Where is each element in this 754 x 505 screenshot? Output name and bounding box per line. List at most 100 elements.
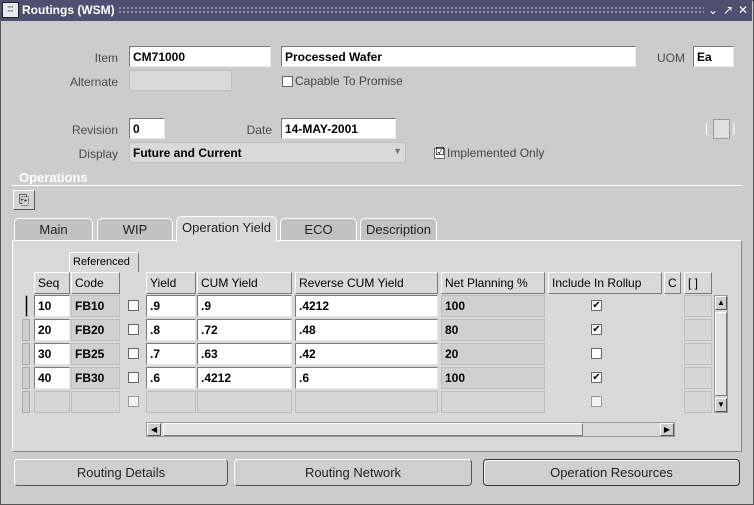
row-indicator[interactable]	[22, 391, 30, 413]
close-icon[interactable]: ✕	[736, 3, 750, 17]
table-cell-reverse-cum-yield[interactable]: .6	[295, 367, 438, 389]
row-indicator[interactable]	[22, 343, 30, 365]
table-cell-reverse-cum-yield[interactable]	[295, 391, 438, 413]
checkmark-icon: ✔	[592, 300, 601, 311]
flexfield-box[interactable]	[713, 119, 730, 139]
horizontal-scrollbar[interactable]: ◀ ▶	[146, 422, 675, 437]
table-cell-cum-yield[interactable]: .72	[197, 319, 292, 341]
display-poplist[interactable]: Future and Current ▼	[129, 142, 406, 163]
scroll-up-icon[interactable]: ▲	[715, 296, 727, 310]
row-checkbox[interactable]	[128, 396, 139, 407]
table-cell-cum-yield[interactable]: .63	[197, 343, 292, 365]
table-cell-yield[interactable]: .8	[146, 319, 196, 341]
maximize-icon[interactable]: ↗	[721, 3, 735, 17]
table-cell-net-planning[interactable]: 100	[441, 367, 545, 389]
table-cell-cum-yield[interactable]	[197, 391, 292, 413]
tab-description[interactable]: Description	[360, 218, 437, 240]
table-cell-flexfield[interactable]	[684, 367, 712, 389]
tab-wip[interactable]: WIP	[97, 218, 173, 240]
row-checkbox[interactable]	[128, 348, 139, 359]
tab-eco[interactable]: ECO	[280, 218, 357, 240]
table-cell-code[interactable]: FB25	[71, 343, 120, 365]
current-record-indicator[interactable]	[25, 295, 28, 317]
item-description-field[interactable]: Processed Wafer	[281, 46, 636, 67]
revision-label: Revision	[71, 123, 118, 137]
implemented-only-checkbox[interactable]: ☑	[434, 147, 445, 159]
column-header-c: C	[664, 272, 681, 294]
referenced-group-header: Referenced	[69, 252, 139, 272]
date-field[interactable]: 14-MAY-2001	[281, 118, 396, 139]
include-in-rollup-checkbox[interactable]: ✔	[591, 324, 602, 335]
descriptive-flexfield[interactable]: [ ]	[705, 118, 737, 140]
display-label: Display	[78, 147, 118, 161]
table-cell-net-planning[interactable]: 20	[441, 343, 545, 365]
table-cell-flexfield[interactable]	[684, 391, 712, 413]
item-field[interactable]: CM71000	[129, 46, 271, 67]
minimize-icon[interactable]: ⌄	[706, 3, 720, 17]
display-value: Future and Current	[133, 146, 242, 160]
item-label: Item	[94, 51, 118, 65]
table-cell-code[interactable]: FB30	[71, 367, 120, 389]
checkmark-icon: ✔	[592, 324, 601, 335]
table-cell-flexfield[interactable]	[684, 343, 712, 365]
table-cell-code[interactable]: FB20	[71, 319, 120, 341]
table-cell-yield[interactable]: .6	[146, 367, 196, 389]
oracle-form-icon[interactable]: ▪▪▪▪ ▪▪▪▪	[2, 2, 19, 18]
table-cell-net-planning[interactable]	[441, 391, 545, 413]
table-cell-seq[interactable]: 30	[34, 343, 70, 365]
tab-main[interactable]: Main	[14, 218, 93, 240]
alternate-field[interactable]	[129, 70, 232, 91]
uom-field[interactable]: Ea	[693, 46, 734, 67]
table-cell-code[interactable]	[71, 391, 120, 413]
column-header-cum-yield: CUM Yield	[197, 272, 292, 294]
row-checkbox[interactable]	[128, 300, 139, 311]
scroll-left-icon[interactable]: ◀	[147, 423, 161, 436]
operation-resources-button[interactable]: Operation Resources	[483, 459, 740, 486]
table-cell-reverse-cum-yield[interactable]: .42	[295, 343, 438, 365]
row-checkbox[interactable]	[128, 324, 139, 335]
table-cell-flexfield[interactable]	[684, 295, 712, 317]
table-cell-seq[interactable]	[34, 391, 70, 413]
table-cell-seq[interactable]: 40	[34, 367, 70, 389]
flexfield-bracket-left: [	[705, 121, 709, 135]
table-cell-cum-yield[interactable]: .4212	[197, 367, 292, 389]
row-indicator[interactable]	[22, 367, 30, 389]
table-cell-cum-yield[interactable]: .9	[197, 295, 292, 317]
table-cell-code[interactable]: FB10	[71, 295, 120, 317]
tab-operation-yield[interactable]: Operation Yield	[176, 216, 277, 242]
routing-details-button[interactable]: Routing Details	[14, 459, 228, 486]
routing-network-button[interactable]: Routing Network	[234, 459, 472, 486]
column-header-seq: Seq	[34, 272, 70, 294]
row-indicator[interactable]	[22, 319, 30, 341]
table-cell-net-planning[interactable]: 80	[441, 319, 545, 341]
scroll-down-icon[interactable]: ▼	[715, 398, 727, 412]
capable-to-promise-checkbox[interactable]	[282, 76, 293, 87]
column-header-net-planning: Net Planning %	[441, 272, 545, 294]
revision-field[interactable]: 0	[129, 118, 165, 139]
table-cell-reverse-cum-yield[interactable]: .4212	[295, 295, 438, 317]
include-in-rollup-checkbox[interactable]	[591, 348, 602, 359]
include-in-rollup-checkbox[interactable]: ✔	[591, 372, 602, 383]
row-checkbox[interactable]	[128, 372, 139, 383]
operations-divider	[12, 185, 742, 186]
chevron-down-icon[interactable]: ▼	[393, 146, 402, 156]
table-cell-yield[interactable]: .9	[146, 295, 196, 317]
operations-title: Operations	[16, 170, 91, 185]
include-in-rollup-checkbox[interactable]: ✔	[591, 300, 602, 311]
folder-open-icon[interactable]: ⎘	[13, 190, 35, 210]
uom-label: UOM	[657, 51, 685, 65]
table-cell-seq[interactable]: 10	[34, 295, 70, 317]
table-cell-yield[interactable]	[146, 391, 196, 413]
horizontal-scroll-thumb[interactable]	[163, 423, 583, 436]
include-in-rollup-checkbox[interactable]	[591, 396, 602, 407]
title-bar[interactable]: ▪▪▪▪ ▪▪▪▪ Routings (WSM) ⌄ ↗ ✕	[0, 0, 752, 21]
table-cell-seq[interactable]: 20	[34, 319, 70, 341]
vertical-scroll-thumb[interactable]	[715, 312, 727, 396]
table-cell-net-planning[interactable]: 100	[441, 295, 545, 317]
table-cell-flexfield[interactable]	[684, 319, 712, 341]
table-cell-reverse-cum-yield[interactable]: .48	[295, 319, 438, 341]
vertical-scrollbar[interactable]: ▲ ▼	[714, 295, 728, 413]
table-cell-yield[interactable]: .7	[146, 343, 196, 365]
checkmark-icon: ✔	[592, 372, 601, 383]
scroll-right-icon[interactable]: ▶	[660, 423, 674, 436]
